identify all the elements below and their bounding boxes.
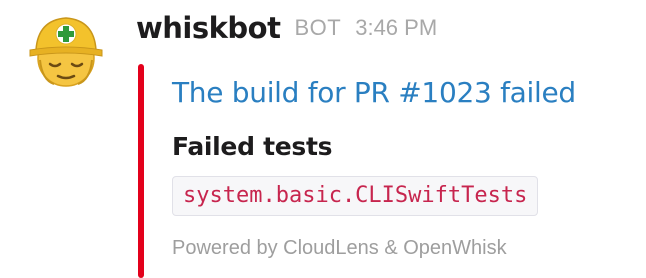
message-view: whiskbot BOT 3:46 PM The build for PR #1… xyxy=(0,0,646,278)
message-header: whiskbot BOT 3:46 PM xyxy=(136,4,437,52)
attachment-color-bar xyxy=(138,64,144,278)
attachment-footer: Powered by CloudLens & OpenWhisk xyxy=(172,237,507,259)
hard-hat-worker-avatar-icon[interactable] xyxy=(24,10,108,94)
sender-name[interactable]: whiskbot xyxy=(136,11,281,45)
bot-badge: BOT xyxy=(294,15,342,40)
attachment-title-link[interactable]: The build for PR #1023 failed xyxy=(172,70,576,116)
message-timestamp[interactable]: 3:46 PM xyxy=(355,15,437,41)
field-title: Failed tests xyxy=(172,132,333,161)
failed-test-code: system.basic.CLISwiftTests xyxy=(172,176,539,216)
attachment: The build for PR #1023 failed Failed tes… xyxy=(172,70,576,262)
